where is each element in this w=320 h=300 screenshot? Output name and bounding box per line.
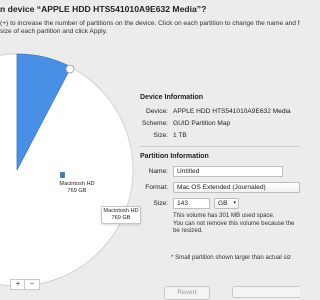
pie-partition-name: Macintosh HD — [59, 181, 95, 187]
partition-note: This volume has 301 MB used space. You c… — [173, 212, 295, 235]
tooltip-name: Macintosh HD — [103, 208, 139, 214]
device-label: Device: — [146, 108, 168, 115]
device-info-heading: Device Information — [140, 94, 204, 101]
tooltip-size: 769 GB — [111, 215, 131, 222]
partition-tooltip: Macintosh HD 769 GB — [101, 206, 141, 224]
pie-partition-label[interactable]: Macintosh HD 769 GB — [54, 181, 100, 195]
device-value: APPLE HDD HTS541010A9E632 Media — [173, 108, 291, 115]
partition-name-input[interactable]: Untitled — [173, 166, 283, 177]
size-value: 1 TB — [173, 132, 187, 139]
partition-size-input[interactable]: 143 — [173, 198, 210, 209]
scheme-value: GUID Partition Map — [173, 120, 231, 127]
format-popup[interactable]: Mac OS Extended (Journaled) — [173, 182, 300, 193]
partition-size-label: Size: — [153, 200, 168, 207]
apply-button[interactable] — [232, 286, 300, 298]
small-partition-footnote: * Small partition shown larger than actu… — [171, 254, 291, 261]
pie-partition-size: 769 GB — [67, 187, 87, 194]
size-unit-label: GB — [218, 200, 228, 207]
partition-info-heading: Partition Information — [140, 153, 209, 160]
partition-disk-icon — [60, 172, 65, 178]
scheme-label: Scheme: — [141, 120, 168, 127]
size-unit-popup[interactable]: GB ▾ — [214, 198, 239, 209]
name-label: Name: — [148, 168, 168, 175]
format-label: Format: — [145, 184, 168, 191]
section-divider — [139, 146, 300, 147]
chevron-down-icon: ▾ — [233, 200, 236, 206]
revert-button[interactable]: Revert — [164, 286, 210, 300]
pie-resize-handle[interactable] — [65, 64, 75, 74]
size-label: Size: — [153, 132, 168, 139]
remove-partition-button[interactable]: − — [24, 279, 40, 290]
